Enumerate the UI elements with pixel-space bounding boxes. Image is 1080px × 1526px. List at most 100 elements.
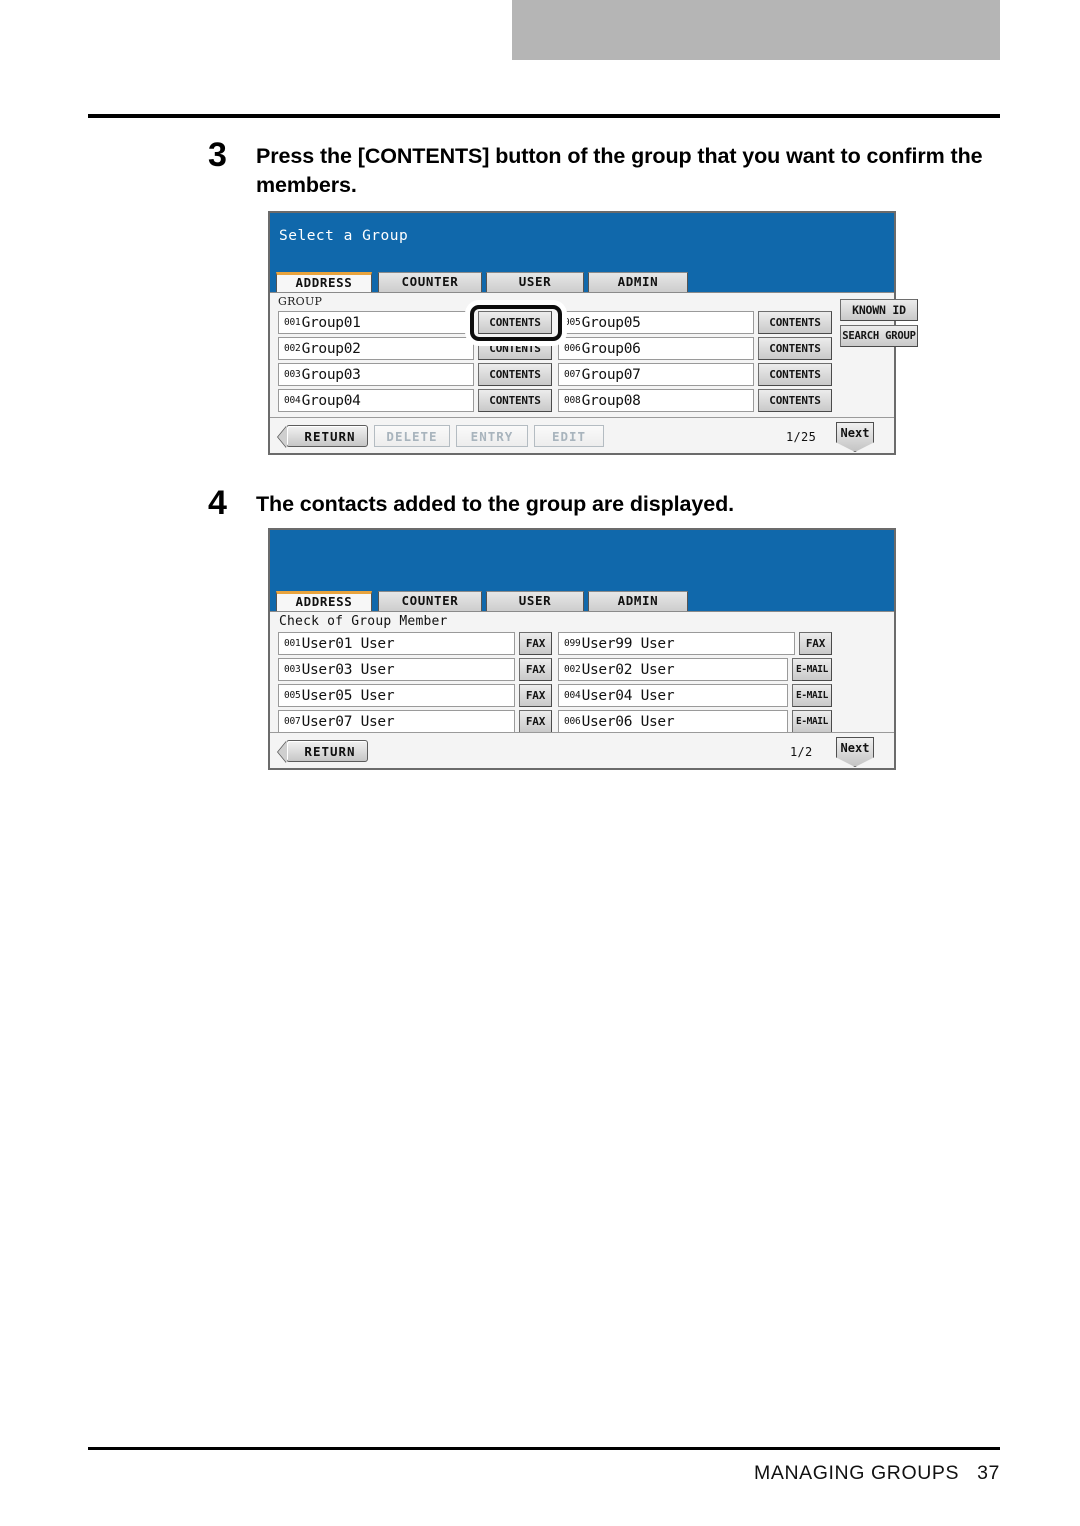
- fax-badge-007: FAX: [519, 710, 552, 733]
- group-row-006[interactable]: 006 Group06 CONTENTS: [558, 337, 832, 360]
- contents-button-005[interactable]: CONTENTS: [758, 311, 832, 334]
- group-row-007[interactable]: 007 Group07 CONTENTS: [558, 363, 832, 386]
- group-index-003: 003: [284, 369, 301, 380]
- member-name-007[interactable]: 007 User07 User: [278, 710, 515, 733]
- group-index-006: 006: [564, 343, 581, 354]
- contents-button-002[interactable]: CONTENTS: [478, 337, 552, 360]
- member-row-099[interactable]: 099 User99 User FAX: [558, 632, 832, 655]
- group-index-001: 001: [284, 317, 301, 328]
- group-section-label: GROUP: [278, 295, 323, 308]
- member-label-007: User07 User: [301, 713, 395, 730]
- group-label-008: Group08: [581, 392, 641, 409]
- member-label-002: User02 User: [581, 661, 675, 678]
- member-index-006: 006: [564, 716, 581, 727]
- group-label-002: Group02: [301, 340, 361, 357]
- panel1-tab-strip: ADDRESS COUNTER USER ADMIN: [270, 272, 894, 292]
- contents-button-004[interactable]: CONTENTS: [478, 389, 552, 412]
- tab-admin[interactable]: ADMIN: [588, 272, 688, 292]
- footer-chapter: MANAGING GROUPS: [754, 1462, 960, 1484]
- group-name-003[interactable]: 003 Group03: [278, 363, 474, 386]
- group-row-004[interactable]: 004 Group04 CONTENTS: [278, 389, 552, 412]
- group-label-003: Group03: [301, 366, 361, 383]
- member-index-099: 099: [564, 638, 581, 649]
- page-footer: MANAGING GROUPS 37: [88, 1462, 1000, 1485]
- member-name-005[interactable]: 005 User05 User: [278, 684, 515, 707]
- device-screen-select-a-group: Select a Group ADDRESS COUNTER USER ADMI…: [268, 211, 918, 455]
- group-name-008[interactable]: 008 Group08: [558, 389, 754, 412]
- member-row-005[interactable]: 005 User05 User FAX: [278, 684, 552, 707]
- email-badge-002: E-MAIL: [792, 658, 832, 681]
- return-button[interactable]: RETURN: [278, 425, 368, 448]
- return-arrow-icon-2: [278, 741, 287, 763]
- tab-admin-2[interactable]: ADMIN: [588, 591, 688, 611]
- member-row-004[interactable]: 004 User04 User E-MAIL: [558, 684, 832, 707]
- group-row-005[interactable]: 005 Group05 CONTENTS: [558, 311, 832, 334]
- member-label-004: User04 User: [581, 687, 675, 704]
- entry-button[interactable]: ENTRY: [456, 425, 528, 447]
- member-row-003[interactable]: 003 User03 User FAX: [278, 658, 552, 681]
- return-arrow-icon: [278, 426, 287, 448]
- group-label-001: Group01: [301, 314, 361, 331]
- group-index-008: 008: [564, 395, 581, 406]
- group-label-005: Group05: [581, 314, 641, 331]
- contents-button-008[interactable]: CONTENTS: [758, 389, 832, 412]
- group-label-004: Group04: [301, 392, 361, 409]
- panel2-tab-strip: ADDRESS COUNTER USER ADMIN: [270, 591, 894, 611]
- known-id-button[interactable]: KNOWN ID: [840, 299, 918, 321]
- member-name-002[interactable]: 002 User02 User: [558, 658, 788, 681]
- member-index-007: 007: [284, 716, 301, 727]
- member-row-006[interactable]: 006 User06 User E-MAIL: [558, 710, 832, 733]
- tab-counter-2[interactable]: COUNTER: [378, 591, 482, 611]
- fax-badge-001: FAX: [519, 632, 552, 655]
- member-name-099[interactable]: 099 User99 User: [558, 632, 795, 655]
- group-row-008[interactable]: 008 Group08 CONTENTS: [558, 389, 832, 412]
- footer-rule: [88, 1447, 1000, 1450]
- group-name-006[interactable]: 006 Group06: [558, 337, 754, 360]
- group-index-004: 004: [284, 395, 301, 406]
- member-label-001: User01 User: [301, 635, 395, 652]
- page-header-grey-band: [512, 0, 1000, 60]
- member-name-001[interactable]: 001 User01 User: [278, 632, 515, 655]
- member-row-001[interactable]: 001 User01 User FAX: [278, 632, 552, 655]
- group-name-004[interactable]: 004 Group04: [278, 389, 474, 412]
- member-name-006[interactable]: 006 User06 User: [558, 710, 788, 733]
- tab-user[interactable]: USER: [486, 272, 584, 292]
- tab-counter[interactable]: COUNTER: [378, 272, 482, 292]
- contents-button-001[interactable]: CONTENTS: [478, 311, 552, 334]
- fax-badge-099: FAX: [799, 632, 832, 655]
- next-page-button[interactable]: Next: [836, 422, 874, 452]
- delete-button[interactable]: DELETE: [374, 425, 450, 447]
- edit-button[interactable]: EDIT: [534, 425, 604, 447]
- member-row-007[interactable]: 007 User07 User FAX: [278, 710, 552, 733]
- contents-button-007[interactable]: CONTENTS: [758, 363, 832, 386]
- email-badge-004: E-MAIL: [792, 684, 832, 707]
- member-index-002: 002: [564, 664, 581, 675]
- tab-address[interactable]: ADDRESS: [276, 272, 372, 292]
- tab-user-2[interactable]: USER: [486, 591, 584, 611]
- next-page-button-2[interactable]: Next: [836, 737, 874, 767]
- member-index-003: 003: [284, 664, 301, 675]
- member-name-004[interactable]: 004 User04 User: [558, 684, 788, 707]
- group-row-001[interactable]: 001 Group01 CONTENTS: [278, 311, 552, 334]
- group-index-002: 002: [284, 343, 301, 354]
- contents-button-006[interactable]: CONTENTS: [758, 337, 832, 360]
- return-button-2[interactable]: RETURN: [278, 740, 368, 763]
- fax-badge-005: FAX: [519, 684, 552, 707]
- group-row-002[interactable]: 002 Group02 CONTENTS: [278, 337, 552, 360]
- member-row-002[interactable]: 002 User02 User E-MAIL: [558, 658, 832, 681]
- member-name-003[interactable]: 003 User03 User: [278, 658, 515, 681]
- page-indicator: 1/25: [786, 430, 817, 444]
- tab-address-2[interactable]: ADDRESS: [276, 591, 372, 611]
- search-group-button[interactable]: SEARCH GROUP: [840, 325, 918, 347]
- group-name-005[interactable]: 005 Group05: [558, 311, 754, 334]
- page-indicator-2: 1/2: [790, 745, 813, 759]
- group-row-003[interactable]: 003 Group03 CONTENTS: [278, 363, 552, 386]
- panel1-footer: RETURN DELETE ENTRY EDIT 1/25 Next: [270, 417, 894, 453]
- contents-button-003[interactable]: CONTENTS: [478, 363, 552, 386]
- group-index-005: 005: [564, 317, 581, 328]
- group-name-007[interactable]: 007 Group07: [558, 363, 754, 386]
- group-label-006: Group06: [581, 340, 641, 357]
- fax-badge-003: FAX: [519, 658, 552, 681]
- group-name-001[interactable]: 001 Group01: [278, 311, 474, 334]
- group-name-002[interactable]: 002 Group02: [278, 337, 474, 360]
